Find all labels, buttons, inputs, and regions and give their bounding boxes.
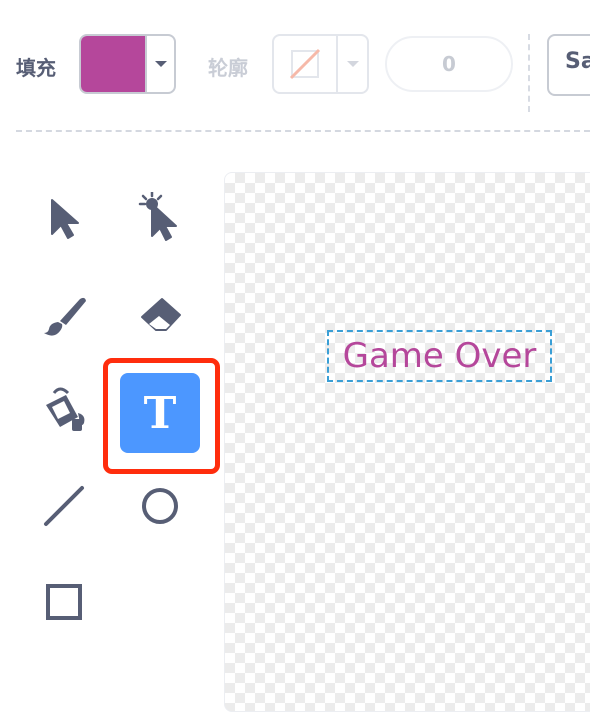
fill-tool-button[interactable] [24,373,104,453]
reshape-pointer-icon [136,190,184,248]
fill-color-swatch[interactable] [81,36,147,92]
brush-tool-button[interactable] [24,277,104,357]
canvas-text-object[interactable]: Game Over [327,330,552,382]
circle-tool-button[interactable] [120,468,200,548]
text-tool-highlight [103,358,220,474]
fill-color-picker[interactable] [79,34,176,94]
circle-icon [138,484,182,532]
rectangle-tool-button[interactable] [24,564,104,644]
font-select[interactable]: Sa [547,34,590,96]
fill-label: 填充 [16,56,56,80]
no-color-swatch-icon[interactable] [274,36,338,92]
arrow-pointer-icon [44,196,84,244]
paint-canvas[interactable] [224,172,590,712]
chevron-down-icon[interactable] [147,36,174,92]
brush-icon [40,293,88,341]
outline-color-picker[interactable] [272,34,369,94]
chevron-down-icon[interactable] [338,36,367,92]
rectangle-icon [42,580,86,628]
toolbar-bottom-divider [16,130,590,132]
select-tool-button[interactable] [24,180,104,260]
toolbar-divider [528,34,530,112]
paint-bucket-icon [38,387,90,439]
stroke-width-input[interactable]: 0 [385,36,513,92]
line-tool-button[interactable] [24,468,104,548]
eraser-tool-button[interactable] [120,277,200,357]
eraser-icon [136,295,184,339]
line-icon [42,484,86,532]
reshape-tool-button[interactable] [120,180,200,260]
outline-label: 轮廓 [208,56,248,80]
